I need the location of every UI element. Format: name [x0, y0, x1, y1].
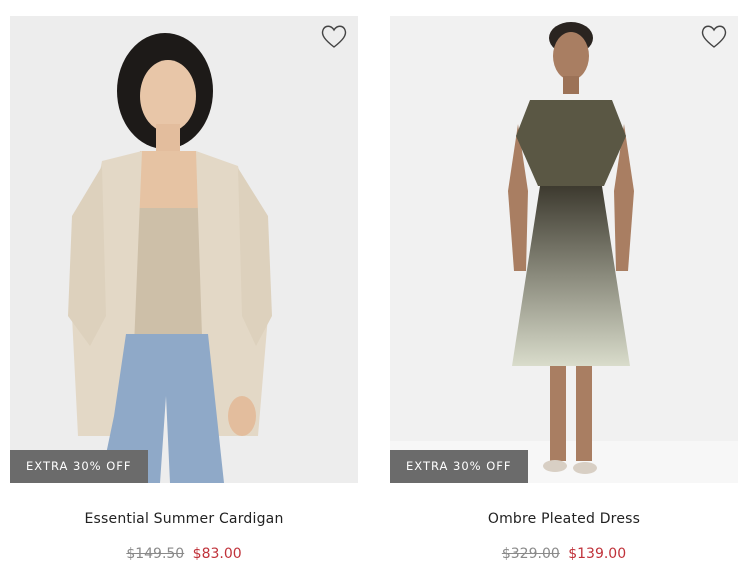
- product-card[interactable]: EXTRA 30% OFF Ombre Pleated Dress $329.0…: [390, 16, 738, 562]
- product-grid: EXTRA 30% OFF Essential Summer Cardigan …: [0, 0, 747, 569]
- sale-price: $139.00: [568, 546, 627, 562]
- sale-price: $83.00: [192, 546, 242, 562]
- model-photo-cardigan: [10, 16, 358, 483]
- product-image[interactable]: EXTRA 30% OFF: [10, 16, 358, 483]
- product-title[interactable]: Essential Summer Cardigan: [10, 511, 358, 527]
- wishlist-heart-icon[interactable]: [320, 24, 348, 50]
- product-price: $149.50 $83.00: [10, 546, 358, 562]
- original-price: $329.00: [501, 546, 560, 562]
- model-photo-dress: [390, 16, 738, 483]
- product-image[interactable]: EXTRA 30% OFF: [390, 16, 738, 483]
- wishlist-heart-icon[interactable]: [700, 24, 728, 50]
- original-price: $149.50: [126, 546, 185, 562]
- product-title[interactable]: Ombre Pleated Dress: [390, 511, 738, 527]
- promo-badge: EXTRA 30% OFF: [10, 450, 148, 483]
- product-price: $329.00 $139.00: [390, 546, 738, 562]
- promo-badge: EXTRA 30% OFF: [390, 450, 528, 483]
- product-card[interactable]: EXTRA 30% OFF Essential Summer Cardigan …: [10, 16, 358, 562]
